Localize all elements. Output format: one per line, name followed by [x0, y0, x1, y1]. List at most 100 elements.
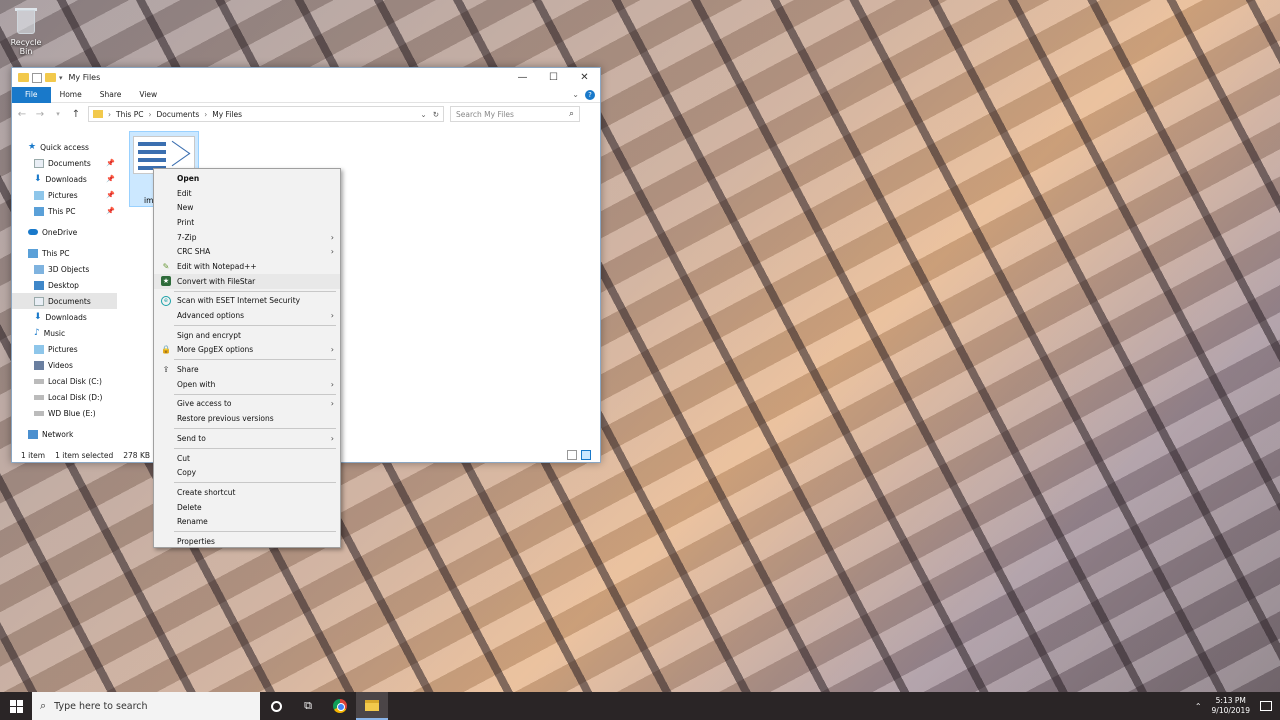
menu-item-copy[interactable]: Copy: [154, 465, 340, 480]
large-icons-view-icon[interactable]: [581, 450, 591, 460]
breadcrumb-my-files[interactable]: My Files: [212, 110, 242, 119]
file-explorer-taskbar-button[interactable]: [356, 692, 388, 720]
file-name: im: [144, 196, 154, 205]
tab-file[interactable]: File: [12, 86, 51, 103]
menu-separator: [174, 482, 336, 484]
recycle-bin-desktop-icon[interactable]: Recycle Bin: [4, 6, 48, 56]
download-icon: ⬇: [34, 312, 42, 322]
start-button[interactable]: [0, 692, 32, 720]
quick-access-toolbar: ▾: [18, 72, 63, 83]
action-center-icon[interactable]: [1260, 701, 1272, 711]
nav-videos[interactable]: Videos: [12, 357, 117, 373]
pin-icon: 📌: [106, 207, 115, 215]
menu-item-more-gpgex[interactable]: 🔒 More GpgEX options ›: [154, 343, 340, 358]
address-bar[interactable]: › This PC › Documents › My Files ⌄ ↻: [88, 106, 444, 122]
menu-item-sign-encrypt[interactable]: Sign and encrypt: [154, 328, 340, 343]
menu-item-cut[interactable]: Cut: [154, 451, 340, 466]
menu-item-restore-versions[interactable]: Restore previous versions: [154, 411, 340, 426]
documents-icon: [34, 158, 44, 168]
task-view-button[interactable]: ⧉: [292, 692, 324, 720]
menu-item-send-to[interactable]: Send to ›: [154, 431, 340, 446]
recent-locations-icon[interactable]: ▾: [52, 110, 64, 118]
nav-qa-pictures[interactable]: Pictures 📌: [12, 187, 117, 203]
pin-icon: 📌: [106, 175, 115, 183]
submenu-arrow-icon: ›: [330, 232, 334, 242]
nav-qa-this-pc[interactable]: This PC 📌: [12, 203, 117, 219]
menu-item-properties[interactable]: Properties: [154, 534, 340, 549]
clock-date: 9/10/2019: [1211, 706, 1250, 715]
menu-item-open[interactable]: Open: [154, 171, 340, 186]
tab-share[interactable]: Share: [91, 87, 131, 103]
videos-icon: [34, 360, 44, 370]
menu-separator: [174, 359, 336, 361]
address-dropdown-icon[interactable]: ⌄: [420, 110, 426, 119]
nav-qa-downloads[interactable]: ⬇ Downloads 📌: [12, 171, 117, 187]
chrome-taskbar-button[interactable]: [324, 692, 356, 720]
nav-wd-blue-e[interactable]: WD Blue (E:): [12, 405, 117, 421]
menu-item-delete[interactable]: Delete: [154, 500, 340, 515]
close-button[interactable]: ✕: [569, 68, 600, 87]
network-icon: [28, 429, 38, 439]
nav-3d-objects[interactable]: 3D Objects: [12, 261, 117, 277]
breadcrumb-this-pc[interactable]: This PC: [116, 110, 143, 119]
submenu-arrow-icon: ›: [330, 433, 334, 443]
menu-item-7zip[interactable]: 7-Zip ›: [154, 230, 340, 245]
expand-ribbon-icon[interactable]: ⌄: [572, 90, 579, 99]
menu-item-edit[interactable]: Edit: [154, 186, 340, 201]
nav-this-pc[interactable]: This PC: [12, 245, 117, 261]
cube-icon: [34, 264, 44, 274]
show-hidden-icons-icon[interactable]: ⌃: [1195, 702, 1202, 711]
tab-view[interactable]: View: [130, 87, 166, 103]
customize-toolbar-icon[interactable]: ▾: [59, 74, 63, 82]
pictures-icon: [34, 190, 44, 200]
help-icon[interactable]: ?: [585, 89, 595, 100]
item-count: 1 item: [21, 450, 46, 460]
nav-music[interactable]: ♪ Music: [12, 325, 117, 341]
menu-item-create-shortcut[interactable]: Create shortcut: [154, 485, 340, 500]
menu-item-print[interactable]: Print: [154, 215, 340, 230]
nav-downloads[interactable]: ⬇ Downloads: [12, 309, 117, 325]
nav-local-disk-c[interactable]: Local Disk (C:): [12, 373, 117, 389]
nav-documents[interactable]: Documents: [12, 293, 117, 309]
cortana-icon: [270, 700, 282, 712]
menu-item-new[interactable]: New: [154, 200, 340, 215]
breadcrumb-documents[interactable]: Documents: [156, 110, 199, 119]
menu-item-give-access[interactable]: Give access to ›: [154, 397, 340, 412]
nav-onedrive[interactable]: OneDrive: [12, 224, 117, 240]
nav-pictures[interactable]: Pictures: [12, 341, 117, 357]
menu-item-advanced-options[interactable]: Advanced options ›: [154, 308, 340, 323]
menu-item-convert-filestar[interactable]: ★ Convert with FileStar: [154, 273, 340, 289]
details-view-icon[interactable]: [567, 450, 577, 460]
nav-local-disk-d[interactable]: Local Disk (D:): [12, 389, 117, 405]
refresh-icon[interactable]: ↻: [433, 110, 439, 119]
nav-network[interactable]: Network: [12, 426, 117, 442]
new-folder-icon[interactable]: [45, 73, 56, 82]
menu-item-rename[interactable]: Rename: [154, 514, 340, 529]
menu-item-scan-eset[interactable]: e Scan with ESET Internet Security: [154, 294, 340, 309]
forward-arrow-icon[interactable]: →: [34, 109, 46, 120]
search-input[interactable]: Search My Files ⌕: [450, 106, 580, 122]
menu-separator: [174, 531, 336, 533]
ribbon-tabs: File Home Share View ⌄ ?: [12, 86, 600, 103]
maximize-button[interactable]: ☐: [538, 68, 569, 87]
nav-quick-access[interactable]: ★ Quick access: [12, 139, 117, 155]
menu-separator: [174, 428, 336, 429]
menu-item-open-with[interactable]: Open with ›: [154, 377, 340, 392]
clock[interactable]: 5:13 PM 9/10/2019: [1212, 696, 1250, 716]
menu-item-crc-sha[interactable]: CRC SHA ›: [154, 244, 340, 259]
menu-item-edit-notepadpp[interactable]: ✎ Edit with Notepad++: [154, 259, 340, 274]
back-arrow-icon[interactable]: ←: [16, 109, 28, 120]
nav-qa-documents[interactable]: Documents 📌: [12, 155, 117, 171]
menu-item-share[interactable]: ⇪ Share: [154, 362, 340, 377]
submenu-arrow-icon: ›: [330, 379, 334, 389]
menu-separator: [174, 393, 336, 395]
taskbar-search-box[interactable]: ⌕ Type here to search: [32, 692, 260, 720]
up-arrow-icon[interactable]: ↑: [70, 109, 82, 120]
minimize-button[interactable]: —: [507, 68, 538, 87]
cortana-button[interactable]: [260, 692, 292, 720]
properties-icon[interactable]: [32, 72, 42, 83]
nav-desktop[interactable]: Desktop: [12, 277, 117, 293]
tab-home[interactable]: Home: [51, 87, 91, 103]
submenu-arrow-icon: ›: [330, 399, 334, 409]
notepadpp-icon: ✎: [162, 261, 170, 271]
